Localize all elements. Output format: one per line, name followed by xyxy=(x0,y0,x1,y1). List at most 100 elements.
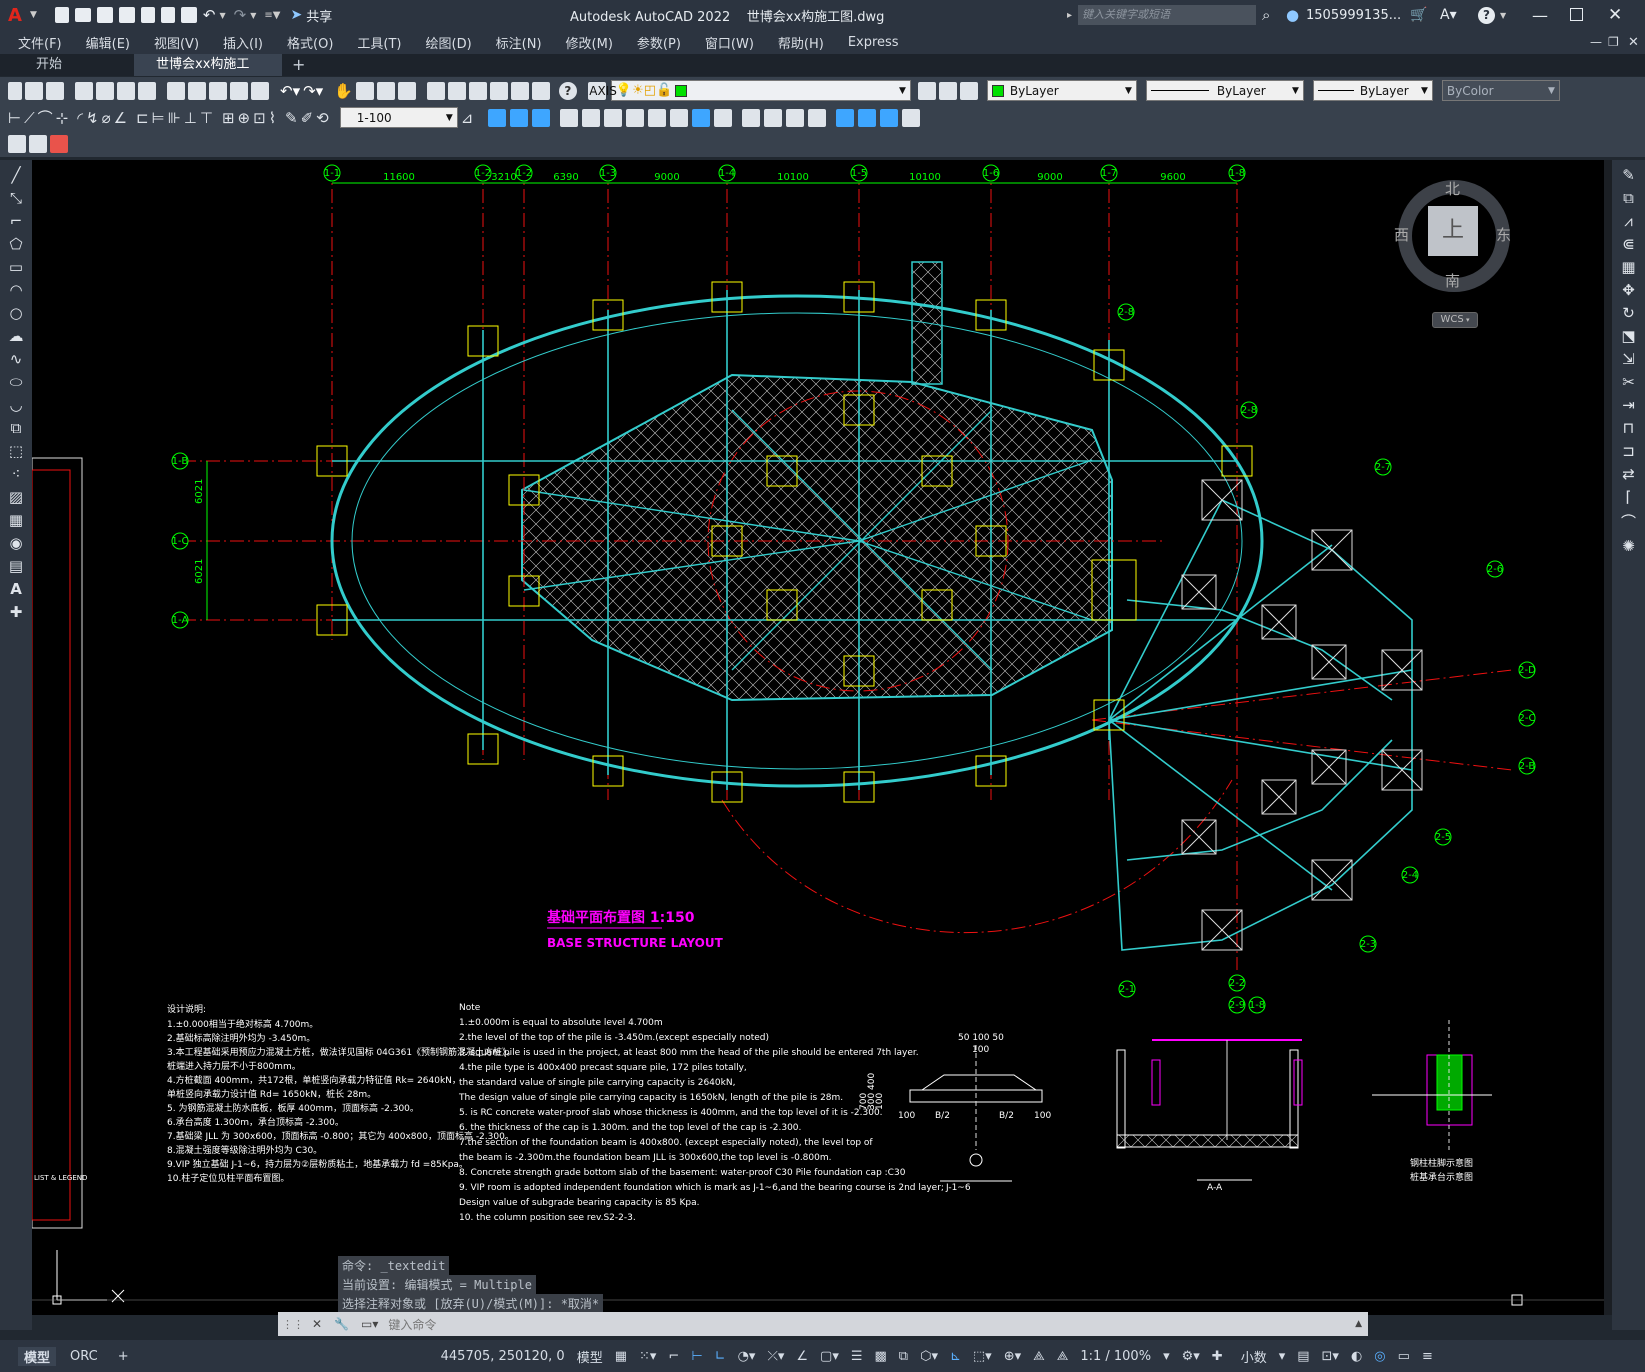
3d-osnap-icon[interactable]: ⬡▾ xyxy=(914,1349,944,1364)
tab-start[interactable]: 开始 xyxy=(14,54,134,76)
osnap-icon[interactable]: ▢▾ xyxy=(814,1349,845,1364)
menu-edit[interactable]: 编辑(E) xyxy=(74,33,142,52)
command-customize-icon[interactable]: 🔧 xyxy=(326,1317,357,1331)
tab-drawing[interactable]: 世博会xx构施工图*✕ xyxy=(134,54,282,94)
viewcube-east[interactable]: 东 xyxy=(1496,224,1511,245)
lineweight-icon[interactable]: ☰ xyxy=(845,1349,869,1364)
region-icon[interactable]: ◉ xyxy=(9,534,22,552)
annotation-visibility-icon[interactable]: ⟁ xyxy=(1027,1349,1051,1364)
dynamic-input-icon[interactable]: ⊢ xyxy=(685,1349,708,1364)
command-history-toggle-icon[interactable]: ▲ xyxy=(1355,1319,1368,1329)
gradient-icon[interactable]: ▦ xyxy=(9,511,23,529)
viewcube-west[interactable]: 西 xyxy=(1394,224,1409,245)
viewcube-top-face[interactable]: 上 xyxy=(1428,206,1478,256)
tb-zoom-realtime-icon[interactable] xyxy=(355,81,374,100)
customize-icon[interactable]: ≡▼ xyxy=(264,10,280,21)
tb-new-icon[interactable] xyxy=(8,81,22,100)
dim-radius-icon[interactable]: ◜ xyxy=(77,109,83,127)
check-icon[interactable] xyxy=(836,108,855,127)
hatch-icon[interactable]: ▨ xyxy=(9,488,23,506)
ortho-icon[interactable]: ∟ xyxy=(709,1349,732,1364)
new-tab-button[interactable]: + xyxy=(292,54,305,76)
viewcube-north[interactable]: 北 xyxy=(1445,178,1460,199)
dim-diameter-icon[interactable]: ⌀ xyxy=(102,109,111,127)
linetype-dropdown[interactable]: ByLayer ▼ xyxy=(1145,80,1304,101)
layout-tab-orc[interactable]: ORC xyxy=(64,1349,104,1364)
polyline-icon[interactable]: ⌐ xyxy=(10,212,23,230)
construction-line-icon[interactable]: ⤡ xyxy=(10,189,22,207)
dim-baseline-icon[interactable]: ⊨ xyxy=(152,109,165,127)
new-icon[interactable] xyxy=(54,7,69,23)
slice-icon[interactable] xyxy=(880,108,899,127)
edit-block-icon[interactable] xyxy=(8,135,26,153)
dim-jogged-icon[interactable]: ↯ xyxy=(86,109,99,127)
saveas-icon[interactable] xyxy=(118,7,135,23)
union-icon[interactable] xyxy=(488,108,507,127)
clean-screen-icon[interactable]: ▭ xyxy=(1392,1349,1416,1364)
extrude-faces-icon[interactable] xyxy=(560,108,579,127)
hardware-acceleration-icon[interactable]: ◎ xyxy=(1368,1349,1391,1364)
dim-arc-icon[interactable]: ⌒ xyxy=(38,107,53,128)
polar-icon[interactable]: ◔▾ xyxy=(732,1349,762,1364)
subtract-icon[interactable] xyxy=(510,108,529,127)
insert-block-icon[interactable]: ⧉ xyxy=(11,419,22,437)
interfere-icon[interactable] xyxy=(902,108,921,127)
coordinates-readout[interactable]: 445705, 250120, 0 xyxy=(435,1349,571,1364)
trim-icon[interactable]: ✂ xyxy=(1622,373,1635,391)
cart-icon[interactable]: 🛒 xyxy=(1410,7,1427,23)
polygon-icon[interactable]: ⬠ xyxy=(9,235,22,253)
selection-cycling-icon[interactable]: ⧉ xyxy=(893,1349,914,1364)
workspace-icon[interactable]: ⚙▾ xyxy=(1176,1349,1206,1364)
dim-linear-icon[interactable]: ⊢ xyxy=(8,109,21,127)
help-icon[interactable]: ? xyxy=(1478,7,1495,24)
tb-calculator-icon[interactable] xyxy=(531,81,550,100)
dim-update-icon[interactable]: ⟲ xyxy=(316,109,329,127)
chamfer-icon[interactable]: ⌈ xyxy=(1626,488,1632,506)
shell-icon[interactable] xyxy=(808,108,827,127)
tb-blockedit-icon[interactable] xyxy=(251,81,269,100)
menu-dimension[interactable]: 标注(N) xyxy=(484,33,554,52)
dim-continue-icon[interactable]: ⊪ xyxy=(168,109,181,127)
search-arrow-icon[interactable]: ▸ xyxy=(1067,10,1072,21)
tb-pan-icon[interactable]: ✋ xyxy=(334,82,353,100)
tolerance-icon[interactable]: ⊞ xyxy=(222,109,235,127)
tb-sheetset-icon[interactable] xyxy=(489,81,508,100)
viewcube-south[interactable]: 南 xyxy=(1445,270,1460,291)
dim-angular-icon[interactable]: ∠ xyxy=(114,109,127,127)
user-name[interactable]: 1505999135... xyxy=(1306,8,1401,23)
tb-make-current-icon[interactable] xyxy=(917,81,936,100)
menu-parametric[interactable]: 参数(P) xyxy=(625,33,693,52)
menu-insert[interactable]: 插入(I) xyxy=(211,33,275,52)
rotate-icon[interactable]: ↻ xyxy=(1622,304,1635,322)
dim-aligned-icon[interactable]: ⟋ xyxy=(24,109,35,127)
spline-icon[interactable]: ∿ xyxy=(10,350,23,368)
isodraft-icon[interactable]: ⤫▾ xyxy=(761,1349,790,1364)
snap-icon[interactable]: ⁙▾ xyxy=(633,1349,662,1364)
command-recent-icon[interactable]: ▭▾ xyxy=(357,1317,382,1331)
plot-icon[interactable] xyxy=(180,7,197,23)
color-dropdown[interactable]: ByLayer ▼ xyxy=(986,80,1137,101)
maximize-icon[interactable] xyxy=(1570,8,1583,21)
mirror-icon[interactable]: ⩘ xyxy=(1624,212,1632,230)
export-icon[interactable] xyxy=(160,7,175,23)
auto-scale-icon[interactable]: ⟁ xyxy=(1051,1349,1075,1364)
publish-icon[interactable] xyxy=(140,7,155,23)
search-input[interactable]: 键入关键字或短语 xyxy=(1078,5,1256,25)
arc-icon[interactable]: ◠ xyxy=(9,281,22,299)
undo-icon[interactable]: ↶ xyxy=(203,6,216,24)
dim-quick-icon[interactable]: ⊏ xyxy=(136,109,149,127)
make-block-icon[interactable]: ⬚ xyxy=(9,442,23,460)
offset-icon[interactable]: ⋐ xyxy=(1622,235,1635,253)
isolate-objects-icon[interactable]: ◐ xyxy=(1345,1349,1368,1364)
add-selected-icon[interactable]: ✚ xyxy=(10,603,23,621)
undo-dropdown-icon[interactable]: ▼ xyxy=(220,11,226,20)
tb-markup-icon[interactable] xyxy=(510,81,529,100)
model-space-toggle[interactable]: 模型 xyxy=(571,1347,609,1366)
ellipse-icon[interactable]: ⬭ xyxy=(10,373,23,391)
tb-cut-icon[interactable] xyxy=(167,81,185,100)
tb-redo-icon[interactable]: ↷▾ xyxy=(303,82,323,100)
menu-draw[interactable]: 绘图(D) xyxy=(414,33,484,52)
infer-icon[interactable]: ⌐ xyxy=(662,1349,685,1364)
share-icon[interactable]: ➤ xyxy=(290,7,302,23)
stretch-icon[interactable]: ⇲ xyxy=(1622,350,1635,368)
